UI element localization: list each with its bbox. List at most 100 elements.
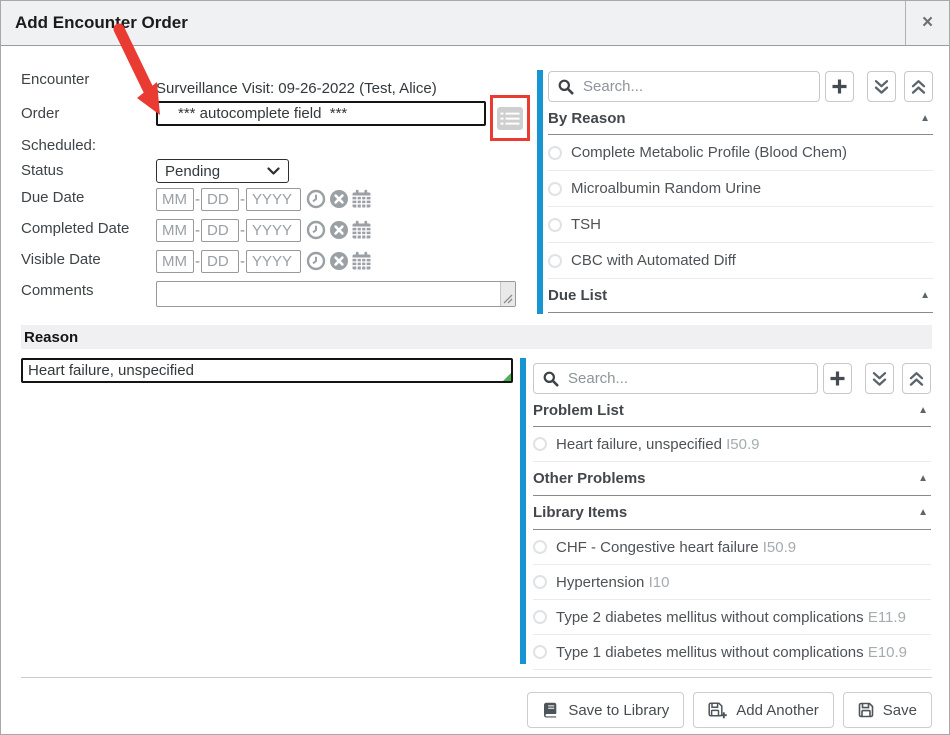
clear-circle-icon — [329, 220, 349, 240]
section-title: Library Items — [533, 504, 627, 521]
list-item[interactable]: Type 1 diabetes mellitus without complic… — [533, 635, 931, 670]
clear-circle-icon — [329, 189, 349, 209]
plus-icon — [831, 78, 848, 95]
dialog-title: Add Encounter Order — [15, 1, 188, 45]
list-item[interactable]: CBC with Automated Diff — [548, 243, 933, 279]
collapse-all-button[interactable] — [902, 363, 931, 394]
save-to-library-button[interactable]: Save to Library — [527, 692, 684, 728]
reason-picker-toolbar — [533, 363, 931, 394]
save-plus-icon — [708, 702, 727, 719]
section-header-library-items[interactable]: Library Items ▲ — [533, 496, 931, 530]
close-icon: × — [922, 12, 933, 34]
radio-icon — [533, 575, 547, 589]
completed-date-label: Completed Date — [21, 220, 129, 237]
double-chevron-down-icon — [872, 371, 887, 387]
date-separator: - — [195, 222, 200, 239]
status-selected-value: Pending — [165, 163, 220, 180]
due-date-label: Due Date — [21, 189, 84, 206]
completed-date-calendar-button[interactable] — [351, 220, 372, 240]
status-select[interactable]: Pending — [156, 159, 289, 183]
visible-date-month-input[interactable] — [156, 250, 194, 273]
radio-icon — [533, 437, 547, 451]
collapse-icon: ▲ — [918, 507, 931, 518]
item-label: Type 2 diabetes mellitus without complic… — [556, 609, 906, 626]
visible-date-clear-button[interactable] — [329, 251, 349, 271]
due-date-day-input[interactable] — [201, 188, 239, 211]
reason-autocomplete-input[interactable] — [21, 358, 513, 383]
expand-all-button[interactable] — [867, 71, 896, 102]
footer-button-bar: Save to Library Add Another Save — [527, 692, 932, 728]
order-search-input[interactable] — [581, 77, 810, 96]
clock-icon — [306, 251, 326, 271]
section-header-due-list[interactable]: Due List ▲ — [548, 279, 933, 313]
date-separator: - — [240, 222, 245, 239]
section-header-by-reason[interactable]: By Reason ▲ — [548, 102, 933, 135]
footer-divider — [21, 677, 932, 678]
button-label: Save — [883, 702, 917, 719]
order-picker-toolbar — [548, 71, 933, 102]
completed-date-year-input[interactable] — [246, 219, 301, 242]
add-order-button[interactable] — [825, 71, 854, 102]
clear-circle-icon — [329, 251, 349, 271]
book-icon — [542, 702, 559, 718]
order-picker-panel: By Reason ▲ Complete Metabolic Profile (… — [548, 71, 933, 313]
item-label: Complete Metabolic Profile (Blood Chem) — [571, 144, 847, 161]
item-label: CBC with Automated Diff — [571, 252, 736, 269]
collapse-icon: ▲ — [918, 473, 931, 484]
autocomplete-valid-corner — [503, 373, 511, 381]
calendar-icon — [351, 189, 372, 209]
collapse-icon: ▲ — [920, 113, 933, 124]
due-date-year-input[interactable] — [246, 188, 301, 211]
reason-input-wrap — [21, 358, 513, 383]
visible-date-calendar-button[interactable] — [351, 251, 372, 271]
add-another-button[interactable]: Add Another — [693, 692, 834, 728]
scheduled-label: Scheduled: — [21, 137, 96, 154]
expand-all-button[interactable] — [865, 363, 894, 394]
visible-date-time-button[interactable] — [306, 251, 326, 271]
reason-search-input[interactable] — [566, 369, 808, 388]
collapse-all-button[interactable] — [904, 71, 933, 102]
list-item[interactable]: Complete Metabolic Profile (Blood Chem) — [548, 135, 933, 171]
order-search-box — [548, 71, 820, 102]
visible-date-year-input[interactable] — [246, 250, 301, 273]
list-item[interactable]: Type 2 diabetes mellitus without complic… — [533, 600, 931, 635]
dialog-header: Add Encounter Order × — [1, 1, 949, 46]
list-item[interactable]: Microalbumin Random Urine — [548, 171, 933, 207]
diagnosis-code: E11.9 — [868, 609, 906, 626]
radio-icon — [548, 254, 562, 268]
section-header-problem-list[interactable]: Problem List ▲ — [533, 394, 931, 427]
section-title: Other Problems — [533, 470, 646, 487]
status-label: Status — [21, 162, 64, 179]
visible-date-day-input[interactable] — [201, 250, 239, 273]
due-date-time-button[interactable] — [306, 189, 326, 209]
order-autocomplete-input[interactable] — [156, 101, 486, 126]
completed-date-time-button[interactable] — [306, 220, 326, 240]
collapse-icon: ▲ — [918, 405, 931, 416]
save-button[interactable]: Save — [843, 692, 932, 728]
collapse-icon: ▲ — [920, 290, 933, 301]
due-date-clear-button[interactable] — [329, 189, 349, 209]
encounter-label: Encounter — [21, 71, 89, 88]
double-chevron-up-icon — [911, 79, 926, 95]
due-date-calendar-button[interactable] — [351, 189, 372, 209]
order-lookup-button[interactable] — [496, 106, 524, 131]
reason-section-header: Reason — [21, 325, 932, 349]
radio-icon — [548, 182, 562, 196]
list-item[interactable]: Heart failure, unspecified I50.9 — [533, 427, 931, 462]
order-label: Order — [21, 105, 59, 122]
completed-date-month-input[interactable] — [156, 219, 194, 242]
list-item[interactable]: CHF - Congestive heart failure I50.9 — [533, 530, 931, 565]
due-date-month-input[interactable] — [156, 188, 194, 211]
list-item[interactable]: TSH — [548, 207, 933, 243]
clock-icon — [306, 220, 326, 240]
save-icon — [858, 702, 874, 718]
completed-date-day-input[interactable] — [201, 219, 239, 242]
reason-picker-panel: Problem List ▲ Heart failure, unspecifie… — [533, 363, 931, 670]
add-reason-button[interactable] — [823, 363, 852, 394]
resize-handle[interactable] — [500, 282, 515, 306]
section-header-other-problems[interactable]: Other Problems ▲ — [533, 462, 931, 496]
completed-date-clear-button[interactable] — [329, 220, 349, 240]
close-button[interactable]: × — [905, 1, 949, 45]
comments-textarea[interactable] — [156, 281, 516, 307]
list-item[interactable]: Hypertension I10 — [533, 565, 931, 600]
